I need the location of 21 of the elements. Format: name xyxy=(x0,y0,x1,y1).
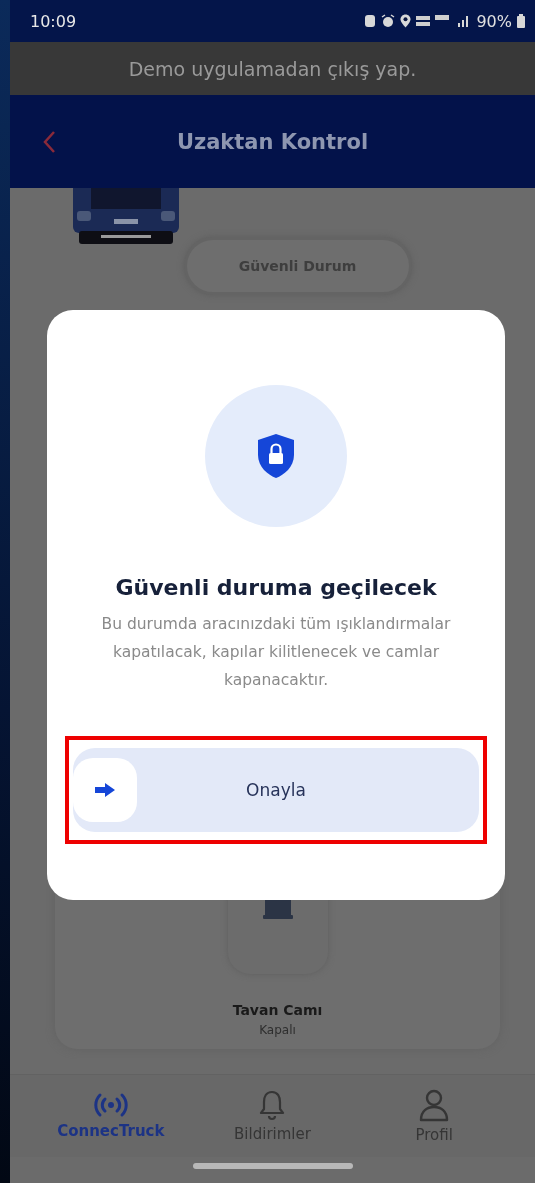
confirm-button[interactable]: Onayla xyxy=(73,748,479,832)
status-time: 10:09 xyxy=(30,11,77,31)
bell-icon xyxy=(258,1089,287,1121)
battery-icon xyxy=(517,14,525,28)
battery-percentage: 90% xyxy=(476,11,512,31)
shield-lock-icon xyxy=(256,433,296,479)
nav-tab[interactable]: ConnecTruck xyxy=(50,1092,171,1140)
dialog-message: Bu durumda aracınızdaki tüm ışıklandırmalar kapatılacak, kapılar kilitlenecek ve camlar kapanacaktır. xyxy=(100,614,452,691)
broadcast-icon xyxy=(92,1092,129,1118)
slider-knob[interactable] xyxy=(73,758,137,822)
arrow-right-icon xyxy=(94,782,116,798)
person-icon xyxy=(418,1088,451,1122)
alarm-icon xyxy=(381,14,396,28)
location-icon xyxy=(400,14,412,28)
dialog-title: Güvenli duruma geçilecek xyxy=(115,575,437,600)
header-title: Uzaktan Kontrol xyxy=(176,129,369,154)
card-status: Kapalı xyxy=(259,1023,296,1037)
card-title: Tavan Camı xyxy=(232,1002,323,1018)
back-icon[interactable] xyxy=(42,130,56,154)
demo-banner[interactable]: Demo uygulamadan çıkış yap. xyxy=(10,42,535,95)
home-indicator[interactable] xyxy=(192,1163,353,1169)
